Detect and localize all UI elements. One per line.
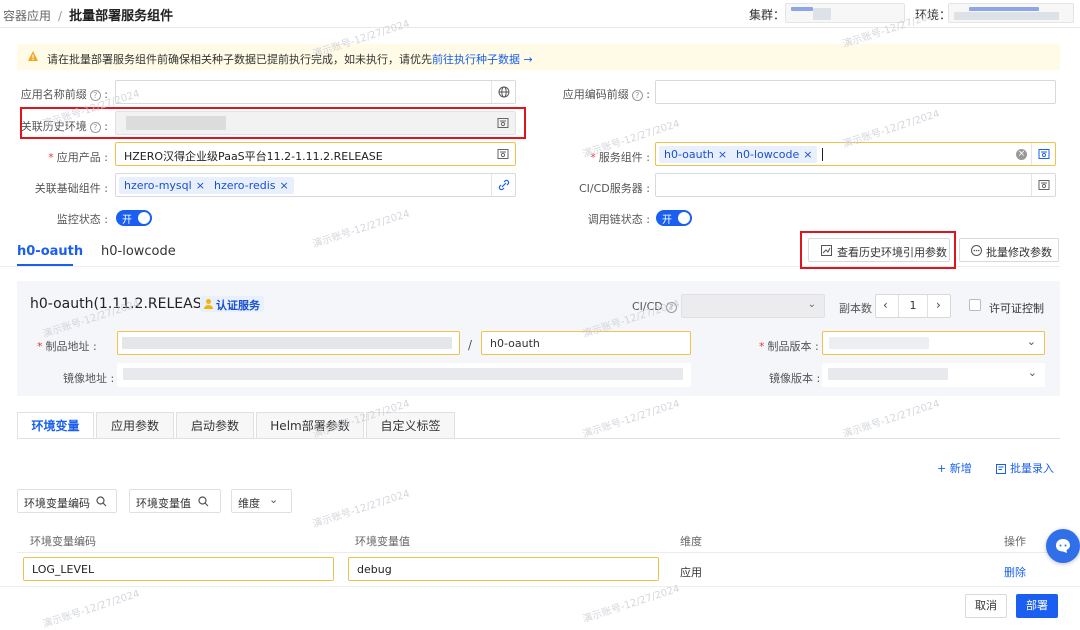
watermark: 演示账号-12/27/2024 — [581, 398, 682, 441]
chevron-right-icon[interactable]: › — [936, 298, 941, 312]
chat-icon — [1056, 539, 1070, 553]
tab-startup-params[interactable]: 启动参数 — [176, 412, 254, 439]
help-chat-button[interactable] — [1046, 529, 1080, 563]
tag-remove-icon[interactable]: × — [803, 148, 812, 161]
env-select[interactable] — [948, 3, 1074, 23]
chevron-down-icon: ⌄ — [807, 299, 816, 310]
tab-h0-oauth[interactable]: h0-oauth — [17, 244, 83, 259]
page-title: 批量部署服务组件 — [69, 9, 174, 24]
breadcrumb-parent[interactable]: 容器应用 — [3, 9, 51, 23]
product-addr-input[interactable] — [117, 331, 460, 355]
column-header: 环境变量值 — [355, 535, 410, 548]
select-list-icon[interactable] — [1031, 174, 1055, 196]
chevron-left-icon[interactable]: ‹ — [883, 298, 888, 312]
cicd-server-input[interactable] — [655, 173, 1056, 197]
monitor-status-toggle[interactable]: 开 — [116, 210, 152, 226]
column-header: 操作 — [1004, 535, 1026, 548]
footer-bar — [0, 586, 1080, 624]
tag-remove-icon[interactable]: × — [718, 148, 727, 161]
env-value-filter[interactable]: 环境变量值 — [129, 489, 221, 513]
cluster-label: 集群： — [749, 8, 786, 22]
tag-hzero-mysql: hzero-mysql × — [119, 177, 210, 194]
batch-edit-params-button[interactable]: 批量修改参数 — [959, 238, 1059, 262]
watermark: 演示账号-12/27/2024 — [311, 208, 412, 251]
table-header — [17, 526, 1060, 553]
service-badge: 认证服务 — [200, 296, 264, 312]
app-product-label: * 应用产品 : — [48, 151, 108, 164]
app-product-input[interactable]: HZERO汉得企业级PaaS平台11.2-1.11.2.RELEASE — [115, 142, 516, 166]
image-addr-input[interactable] — [117, 363, 691, 387]
watermark: 演示账号-12/27/2024 — [841, 398, 942, 441]
image-addr-label: 镜像地址 : — [63, 372, 115, 385]
tag-h0-lowcode: h0-lowcode × — [731, 146, 818, 163]
text-cursor — [822, 148, 823, 161]
product-addr-separator: / — [468, 338, 473, 352]
trace-status-toggle[interactable]: 开 — [656, 210, 692, 226]
tag-hzero-redis: hzero-redis × — [209, 177, 294, 194]
app-name-prefix-input[interactable] — [115, 80, 516, 104]
watermark: 演示账号-12/27/2024 — [311, 488, 412, 531]
product-version-select[interactable]: ⌄ — [822, 331, 1045, 355]
replicas-value[interactable]: 1 — [898, 295, 928, 317]
license-label: 许可证控制 — [989, 302, 1044, 315]
cancel-button[interactable]: 取消 — [965, 594, 1007, 618]
column-header: 环境变量编码 — [30, 535, 96, 548]
tab-app-params[interactable]: 应用参数 — [96, 412, 174, 439]
service-card: h0-oauth(1.11.2.RELEASE) 认证服务 CI/CD? ⌄ 副… — [17, 281, 1060, 396]
delete-link[interactable]: 删除 — [1004, 564, 1026, 580]
base-components-input[interactable]: hzero-mysql × hzero-redis × — [115, 173, 516, 197]
breadcrumb-separator: / — [58, 9, 63, 23]
add-button[interactable]: + 新增 — [937, 460, 972, 476]
dimension-cell: 应用 — [680, 566, 702, 579]
column-header: 维度 — [680, 535, 702, 548]
tab-env-vars[interactable]: 环境变量 — [17, 412, 94, 439]
app-code-prefix-label: 应用编码前缀? : — [562, 88, 650, 101]
tag-remove-icon[interactable]: × — [280, 179, 289, 192]
search-icon — [198, 496, 209, 507]
trace-status-label: 调用链状态 : — [587, 213, 650, 226]
section-tabs-divider — [17, 438, 1060, 439]
search-icon — [96, 496, 107, 507]
base-components-label: 关联基础组件 : — [34, 182, 108, 195]
seed-data-link[interactable]: 前往执行种子数据 → — [432, 53, 533, 66]
monitor-status-label: 监控状态 : — [56, 213, 108, 226]
env-value-cell-input[interactable]: debug — [348, 557, 659, 581]
chevron-down-icon: ⌄ — [1027, 366, 1037, 379]
edit-list-icon — [996, 464, 1006, 474]
link-icon[interactable] — [491, 174, 515, 196]
cicd-select[interactable]: ⌄ — [681, 294, 825, 318]
warning-banner: 请在批量部署服务组件前确保相关种子数据已提前执行完成，如未执行，请优先前往执行种… — [17, 44, 1060, 70]
env-code-filter[interactable]: 环境变量编码 — [17, 489, 117, 513]
breadcrumb: 容器应用 / 批量部署服务组件 — [3, 5, 173, 24]
select-list-icon[interactable] — [1031, 143, 1055, 165]
tab-h0-lowcode[interactable]: h0-lowcode — [101, 244, 176, 259]
user-icon — [204, 299, 213, 309]
license-checkbox[interactable] — [969, 299, 981, 311]
batch-import-button[interactable]: 批量录入 — [996, 460, 1054, 476]
dimension-filter[interactable]: 维度 ⌄ — [231, 489, 292, 513]
chevron-down-icon: ⌄ — [269, 493, 279, 506]
globe-icon[interactable] — [491, 81, 515, 103]
deploy-button[interactable]: 部署 — [1016, 594, 1058, 618]
image-version-select[interactable]: ⌄ — [822, 363, 1045, 387]
env-code-cell-input[interactable]: LOG_LEVEL — [23, 557, 334, 581]
tag-remove-icon[interactable]: × — [196, 179, 205, 192]
replicas-stepper[interactable]: ‹ 1 › — [875, 294, 951, 318]
image-version-label: 镜像版本 : — [769, 372, 821, 385]
warning-icon — [28, 51, 38, 61]
select-list-icon[interactable] — [491, 143, 515, 165]
chevron-down-icon: ⌄ — [1026, 335, 1036, 348]
help-icon: ? — [631, 89, 643, 101]
product-version-label: * 制品版本 : — [759, 340, 819, 353]
cicd-server-label: CI/CD服务器 : — [579, 182, 650, 195]
more-icon — [971, 245, 982, 256]
tag-h0-oauth: h0-oauth × — [659, 146, 733, 163]
app-code-prefix-input[interactable] — [655, 80, 1056, 104]
clear-icon[interactable]: × — [1016, 149, 1027, 160]
replicas-label: 副本数 — [839, 302, 872, 315]
view-history-highlight — [800, 231, 956, 269]
banner-text: 请在批量部署服务组件前确保相关种子数据已提前执行完成，如未执行，请优先 — [47, 53, 432, 66]
product-addr-label: * 制品地址 : — [37, 340, 97, 353]
